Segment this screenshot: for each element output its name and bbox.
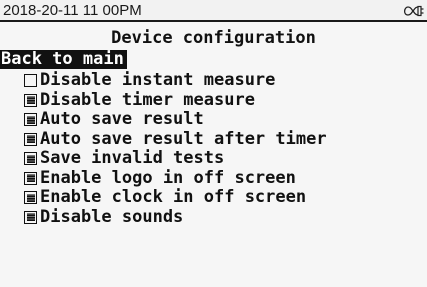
page-title: Device configuration [111, 28, 316, 48]
option-enable-clock-off-screen[interactable]: Enable clock in off screen [24, 188, 327, 208]
option-auto-save-after-timer[interactable]: Auto save result after timer [24, 128, 327, 150]
option-label: Enable logo in off screen [40, 167, 296, 188]
checkbox-checked[interactable] [24, 171, 37, 185]
option-label: Disable sounds [40, 206, 184, 227]
option-list: Disable instant measure Disable timer me… [24, 71, 327, 227]
option-label: Auto save result after timer [40, 128, 327, 149]
option-auto-save-result[interactable]: Auto save result [24, 110, 327, 130]
datetime-display: 2018-20-11 11 00PM [3, 2, 142, 19]
option-label: Disable instant measure [40, 70, 276, 91]
checkbox-checked[interactable] [24, 132, 37, 146]
option-label: Disable timer measure [40, 89, 255, 110]
option-disable-instant-measure[interactable]: Disable instant measure [24, 71, 327, 91]
checkbox-unchecked[interactable] [24, 74, 37, 88]
option-save-invalid-tests[interactable]: Save invalid tests [24, 149, 327, 169]
option-label: Save invalid tests [40, 148, 225, 169]
option-disable-timer-measure[interactable]: Disable timer measure [24, 89, 327, 111]
back-to-main-menu-item[interactable]: Back to main [0, 50, 127, 69]
checkbox-checked[interactable] [24, 93, 37, 107]
option-label: Enable clock in off screen [40, 187, 307, 208]
device-screen: 2018-20-11 11 00PM Device configuration … [0, 0, 427, 287]
checkbox-checked[interactable] [24, 113, 37, 127]
option-enable-logo-off-screen[interactable]: Enable logo in off screen [24, 167, 327, 189]
option-label: Auto save result [40, 109, 204, 130]
option-disable-sounds[interactable]: Disable sounds [24, 206, 327, 228]
checkbox-checked[interactable] [24, 152, 37, 166]
loop-plug-icon [403, 5, 424, 17]
checkbox-checked[interactable] [24, 210, 37, 224]
status-bar: 2018-20-11 11 00PM [0, 0, 427, 22]
checkbox-checked[interactable] [24, 191, 37, 205]
